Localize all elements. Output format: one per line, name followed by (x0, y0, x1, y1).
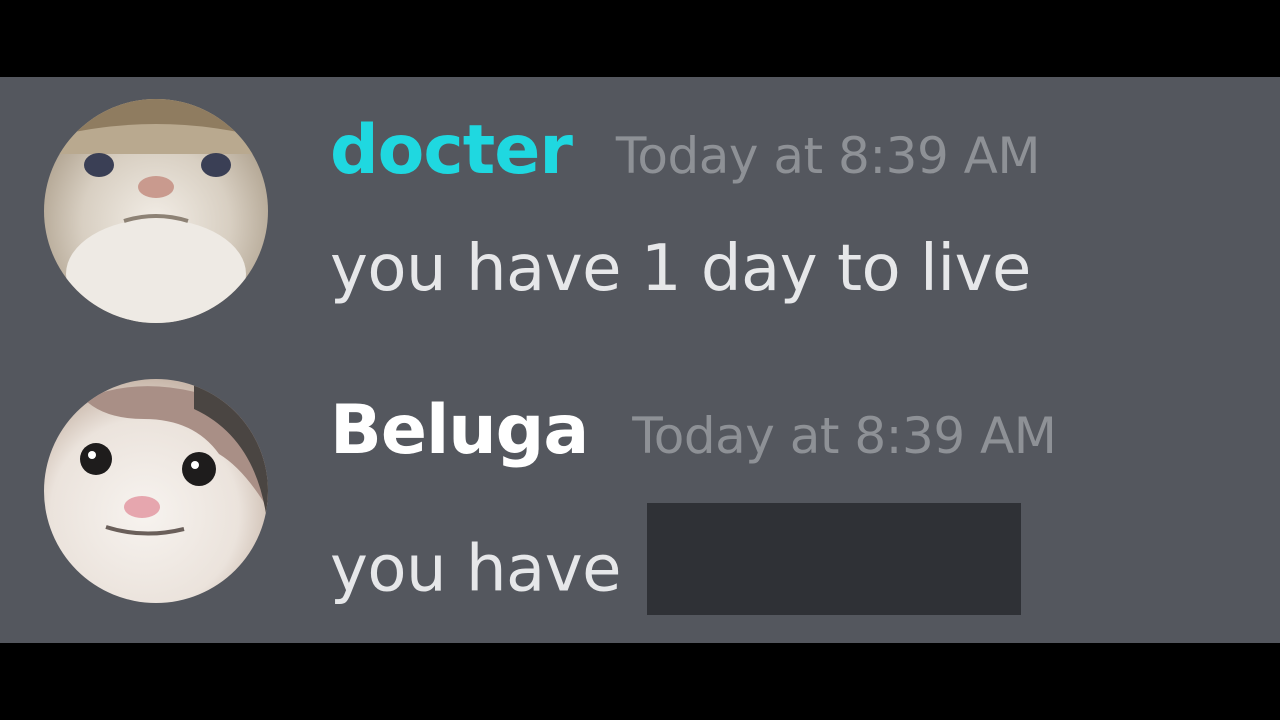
username[interactable]: docter (330, 111, 573, 190)
user-avatar[interactable] (44, 99, 268, 323)
spoiler-block[interactable] (646, 503, 1021, 615)
message-text: you have 1 day to live (330, 232, 1031, 306)
message-header: docter Today at 8:39 AM (330, 117, 1041, 185)
message-text: you have (330, 532, 621, 607)
user-avatar[interactable] (44, 379, 268, 603)
message-header: Beluga Today at 8:39 AM (330, 397, 1057, 465)
chat-log: docter Today at 8:39 AM you have 1 day to… (0, 77, 1280, 643)
chat-message: Beluga Today at 8:39 AM you have (0, 379, 1280, 619)
white-cat-avatar-icon (44, 379, 268, 603)
message-content: you have 1 day to live (330, 237, 1031, 301)
message-content: you have (330, 503, 1021, 629)
username[interactable]: Beluga (330, 391, 589, 470)
tan-cat-avatar-icon (44, 99, 268, 323)
timestamp: Today at 8:39 AM (615, 127, 1041, 185)
timestamp: Today at 8:39 AM (632, 407, 1057, 465)
video-frame: docter Today at 8:39 AM you have 1 day to… (0, 0, 1280, 720)
chat-message: docter Today at 8:39 AM you have 1 day to… (0, 99, 1280, 339)
